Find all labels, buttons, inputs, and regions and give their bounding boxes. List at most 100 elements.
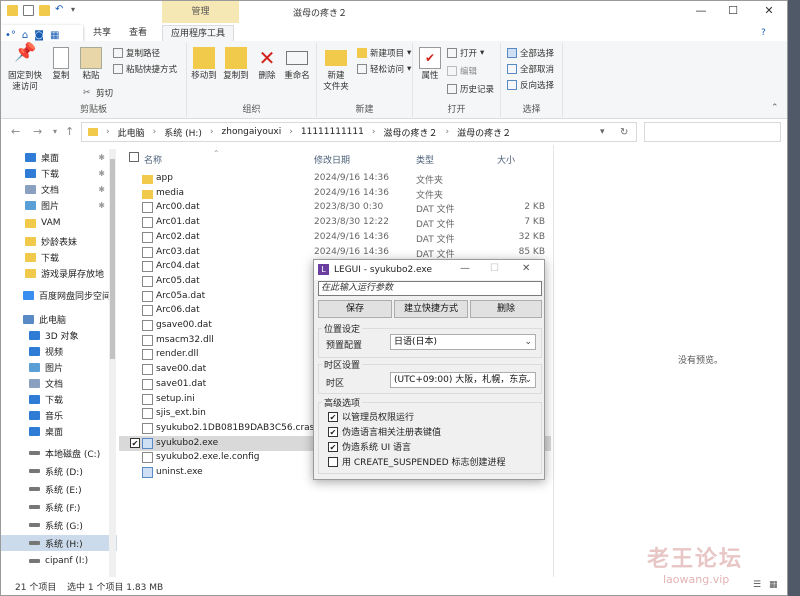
delete-button[interactable]: ✕ 删除 — [255, 47, 279, 82]
new-folder-icon[interactable] — [39, 5, 50, 16]
breadcrumb-folder-1[interactable]: zhongaiyouxi — [222, 127, 282, 137]
bot-icon[interactable]: ◙ — [34, 30, 44, 41]
customize-qat-icon[interactable]: ▾ — [71, 5, 82, 16]
breadcrumb-this-pc[interactable]: 此电脑 — [118, 126, 145, 139]
delete-config-button[interactable]: 删除 — [470, 300, 542, 318]
nav-item[interactable]: 百度网盘同步空间 — [1, 287, 117, 303]
breadcrumb-folder-2[interactable]: 11111111111 — [301, 127, 364, 137]
maximize-button[interactable]: ☐ — [723, 4, 743, 17]
checkbox-box[interactable]: ✔ — [328, 411, 338, 422]
nav-item[interactable]: 3D 对象 — [1, 327, 117, 343]
nav-item[interactable]: 游戏录屏存放地 — [1, 265, 117, 281]
nav-item[interactable]: 视频 — [1, 343, 117, 359]
nav-item[interactable]: 本地磁盘 (C:) — [1, 445, 117, 461]
option-checkbox[interactable]: ✔ 伪造语言相关注册表键值 — [328, 425, 441, 438]
checkbox-box[interactable] — [328, 456, 338, 467]
nav-item[interactable]: 图片 ✱ — [1, 197, 117, 213]
option-checkbox[interactable]: ✔ 伪造系统 UI 语言 — [328, 440, 411, 453]
create-shortcut-button[interactable]: 建立快捷方式 — [394, 300, 468, 318]
nav-item[interactable]: 下载 ✱ — [1, 165, 117, 181]
nav-item[interactable]: 系统 (G:) — [1, 517, 117, 533]
address-dropdown-icon[interactable]: ▾ — [600, 127, 605, 137]
option-checkbox[interactable]: ✔ 以管理员权限运行 — [328, 410, 414, 423]
nav-item[interactable]: 桌面 ✱ — [1, 149, 117, 165]
new-item-button[interactable]: 新建项目 ▾ — [357, 47, 411, 59]
breadcrumb-current[interactable]: 滋母の疼き２ — [457, 126, 511, 139]
move-to-button[interactable]: 移动到 — [189, 47, 219, 82]
nav-item[interactable]: 下载 — [1, 391, 117, 407]
grid-icon[interactable]: ▦ — [50, 30, 59, 41]
nav-item[interactable]: cipanf (I:) — [1, 553, 117, 569]
nav-item[interactable]: 系统 (E:) — [1, 481, 117, 497]
nav-item[interactable]: 文档 — [1, 375, 117, 391]
recent-dropdown-icon[interactable]: ▾ — [53, 127, 57, 136]
nav-item[interactable]: 系统 (D:) — [1, 463, 117, 479]
nav-item[interactable]: 音乐 — [1, 407, 117, 423]
file-row[interactable]: Arc01.dat 2023/8/30 12:22 DAT 文件 7 KB — [119, 215, 551, 230]
file-row[interactable]: Arc02.dat 2024/9/16 14:36 DAT 文件 32 KB — [119, 230, 551, 245]
nav-item[interactable]: 桌面 — [1, 423, 117, 439]
select-all-checkbox[interactable] — [129, 152, 139, 162]
easy-access-button[interactable]: 轻松访问 ▾ — [357, 63, 411, 75]
minimize-button[interactable]: — — [691, 4, 711, 17]
tab-share[interactable]: 共享 — [93, 25, 111, 41]
nav-item[interactable]: 妙龄表妹 — [1, 233, 117, 249]
help-icon[interactable]: ? — [761, 25, 766, 41]
col-name[interactable]: 名称 — [144, 153, 162, 166]
select-all-button[interactable]: 全部选择 — [507, 47, 554, 59]
properties-button[interactable]: ✔ 属性 — [417, 47, 443, 82]
option-checkbox[interactable]: 用 CREATE_SUSPENDED 标志创建进程 — [328, 455, 506, 468]
forward-icon[interactable]: → — [33, 125, 42, 138]
rename-button[interactable]: 重命名 — [281, 47, 313, 82]
copy-to-button[interactable]: 复制到 — [221, 47, 251, 82]
timezone-select[interactable]: (UTC+09:00) 大阪，札幌，东京 ⌄ — [390, 372, 536, 388]
nav-item[interactable]: 图片 — [1, 359, 117, 375]
collapse-ribbon-icon[interactable]: ⌃ — [771, 103, 779, 113]
details-view-icon[interactable]: ☰ — [753, 580, 761, 590]
dialog-minimize-button[interactable]: — — [460, 263, 470, 274]
history-button[interactable]: 历史记录 — [447, 83, 494, 95]
new-folder-button[interactable]: 新建 文件夹 — [319, 47, 353, 93]
copy-button[interactable]: 复制 — [47, 47, 75, 82]
row-checkbox[interactable]: ✔ — [130, 437, 140, 448]
tab-app-tools[interactable]: 应用程序工具 — [162, 25, 235, 41]
file-row[interactable]: Arc00.dat 2023/8/30 0:30 DAT 文件 2 KB — [119, 200, 551, 215]
search-input[interactable] — [644, 122, 781, 142]
edit-button[interactable]: 编辑 — [447, 65, 477, 77]
nav-item[interactable]: 文档 ✱ — [1, 181, 117, 197]
col-type[interactable]: 类型 — [416, 153, 434, 166]
back-icon[interactable]: ← — [11, 125, 20, 138]
save-button[interactable]: 保存 — [318, 300, 392, 318]
paste-button[interactable]: 粘贴 — [77, 47, 105, 82]
checkbox-box[interactable]: ✔ — [328, 426, 338, 437]
undo-icon[interactable]: ↶ — [55, 5, 66, 16]
nav-scrollbar-thumb[interactable] — [110, 159, 115, 359]
nav-item[interactable]: 系统 (H:) — [1, 535, 117, 551]
tab-view[interactable]: 查看 — [129, 25, 147, 41]
home-icon[interactable]: ⌂ — [22, 30, 28, 41]
copy-path-button[interactable]: 复制路径 — [113, 47, 160, 59]
refresh-icon[interactable]: ↻ — [620, 127, 628, 138]
checkbox-box[interactable]: ✔ — [328, 441, 338, 452]
run-args-input[interactable]: 在此输入运行参数 — [318, 281, 542, 296]
dots-icon[interactable]: •° — [5, 30, 16, 41]
cut-button[interactable]: ✂ 剪切 — [83, 87, 113, 99]
up-icon[interactable]: ↑ — [65, 125, 74, 138]
address-bar[interactable]: › 此电脑 › 系统 (H:) › zhongaiyouxi › 1111111111… — [81, 122, 637, 142]
pin-quick-access-button[interactable]: 📌 固定到快 速访问 — [7, 44, 43, 93]
nav-item[interactable]: 系统 (F:) — [1, 499, 117, 515]
dialog-close-button[interactable]: ✕ — [522, 263, 530, 274]
file-row[interactable]: Arc03.dat 2024/9/16 14:36 DAT 文件 85 KB — [119, 245, 551, 260]
paste-shortcut-button[interactable]: 粘贴快捷方式 — [113, 63, 177, 75]
open-button[interactable]: 打开 ▾ — [447, 47, 484, 59]
breadcrumb-drive[interactable]: 系统 (H:) — [164, 126, 202, 139]
select-none-button[interactable]: 全部取消 — [507, 63, 554, 75]
nav-item[interactable]: VAM — [1, 215, 117, 231]
close-button[interactable]: ✕ — [759, 4, 779, 17]
large-icons-view-icon[interactable]: ▦ — [769, 580, 778, 590]
locale-select[interactable]: 日语(日本) ⌄ — [390, 334, 536, 350]
invert-selection-button[interactable]: 反向选择 — [507, 79, 554, 91]
col-date[interactable]: 修改日期 — [314, 153, 350, 166]
col-size[interactable]: 大小 — [497, 153, 515, 166]
nav-scrollbar[interactable] — [109, 149, 116, 577]
